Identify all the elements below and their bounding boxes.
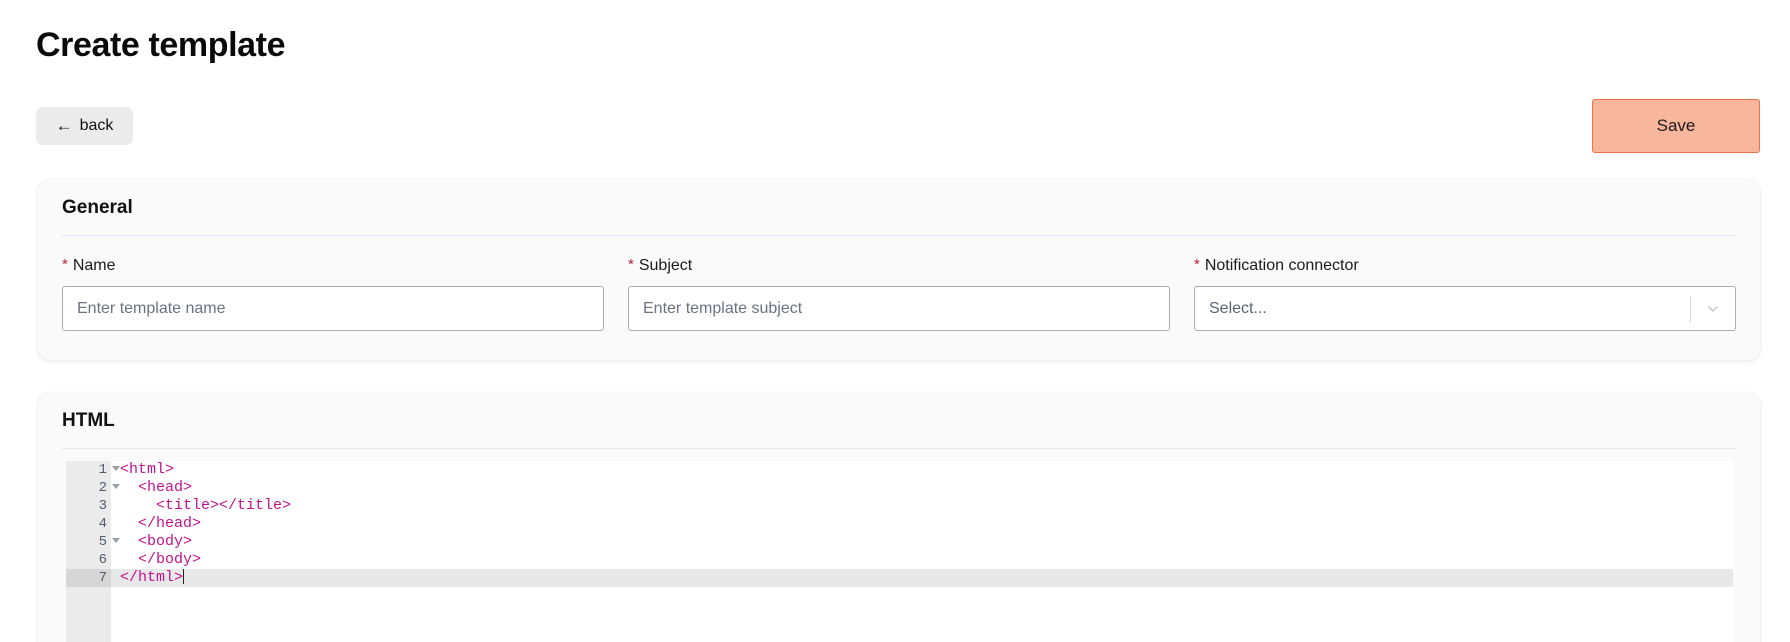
code-line-text: </html>: [120, 569, 185, 586]
general-card-title: General: [62, 197, 133, 218]
field-notification-connector-label: * Notification connector: [1194, 256, 1736, 276]
create-template-page: Create template ← back Save General * Na…: [0, 0, 1790, 642]
code-line-text: <body>: [120, 533, 193, 550]
html-card-divider: [62, 448, 1736, 449]
code-line-text: <head>: [120, 479, 193, 496]
field-name-label: * Name: [62, 256, 604, 276]
field-name-label-text: Name: [72, 257, 116, 274]
field-subject-label-text: Subject: [638, 257, 693, 274]
required-asterisk-icon: *: [1194, 256, 1200, 273]
line-number: 6: [66, 551, 111, 569]
template-name-input[interactable]: [62, 286, 604, 331]
code-line-text: <title></title>: [120, 497, 292, 514]
chevron-down-icon[interactable]: [1691, 301, 1735, 317]
back-button-label: back: [79, 117, 114, 134]
code-line-text: </head>: [120, 515, 202, 532]
back-button[interactable]: ← back: [36, 107, 133, 145]
line-number: 2: [66, 479, 120, 497]
code-line-text: <html>: [120, 461, 175, 478]
text-cursor: [183, 569, 185, 584]
save-button[interactable]: Save: [1592, 99, 1760, 153]
html-code-editor[interactable]: 1 <html> 2 <head> 3 <title></title> 4 </head…: [66, 461, 1733, 642]
editor-code-lines[interactable]: 1 <html> 2 <head> 3 <title></title> 4 </head…: [66, 461, 1733, 587]
notification-connector-select-value: Select...: [1209, 299, 1267, 317]
code-line[interactable]: 6 </body>: [66, 551, 1733, 569]
editor-gutter-background: [66, 587, 111, 642]
required-asterisk-icon: *: [628, 256, 634, 273]
general-form-row: * Name * Subject * Notification connecto…: [62, 256, 1736, 331]
code-line[interactable]: 4 </head>: [66, 515, 1733, 533]
line-number: 3: [66, 497, 111, 515]
template-subject-input[interactable]: [628, 286, 1170, 331]
field-name: * Name: [62, 256, 604, 331]
code-line[interactable]: 3 <title></title>: [66, 497, 1733, 515]
code-line[interactable]: 2 <head>: [66, 479, 1733, 497]
field-notification-connector: * Notification connector Select...: [1194, 256, 1736, 331]
arrow-left-icon: ←: [55, 115, 73, 135]
required-asterisk-icon: *: [62, 256, 68, 273]
code-line[interactable]: 7 </html>: [66, 569, 1733, 587]
line-number: 7: [66, 569, 111, 587]
line-number: 4: [66, 515, 111, 533]
code-line[interactable]: 5 <body>: [66, 533, 1733, 551]
field-subject: * Subject: [628, 256, 1170, 331]
field-notification-connector-label-text: Notification connector: [1204, 257, 1359, 274]
line-number: 5: [66, 533, 120, 551]
code-line-text: </body>: [120, 551, 202, 568]
html-card: HTML 1 <html> 2 <head> 3 <title></title> 4 <…: [38, 393, 1760, 642]
notification-connector-select[interactable]: Select...: [1194, 286, 1736, 331]
general-card: General * Name * Subject * N: [38, 180, 1760, 360]
code-line[interactable]: 1 <html>: [66, 461, 1733, 479]
page-title: Create template: [36, 26, 286, 64]
save-button-label: Save: [1656, 116, 1696, 135]
line-number: 1: [66, 461, 120, 479]
html-card-title: HTML: [62, 410, 115, 431]
field-subject-label: * Subject: [628, 256, 1170, 276]
general-card-divider: [62, 235, 1736, 236]
